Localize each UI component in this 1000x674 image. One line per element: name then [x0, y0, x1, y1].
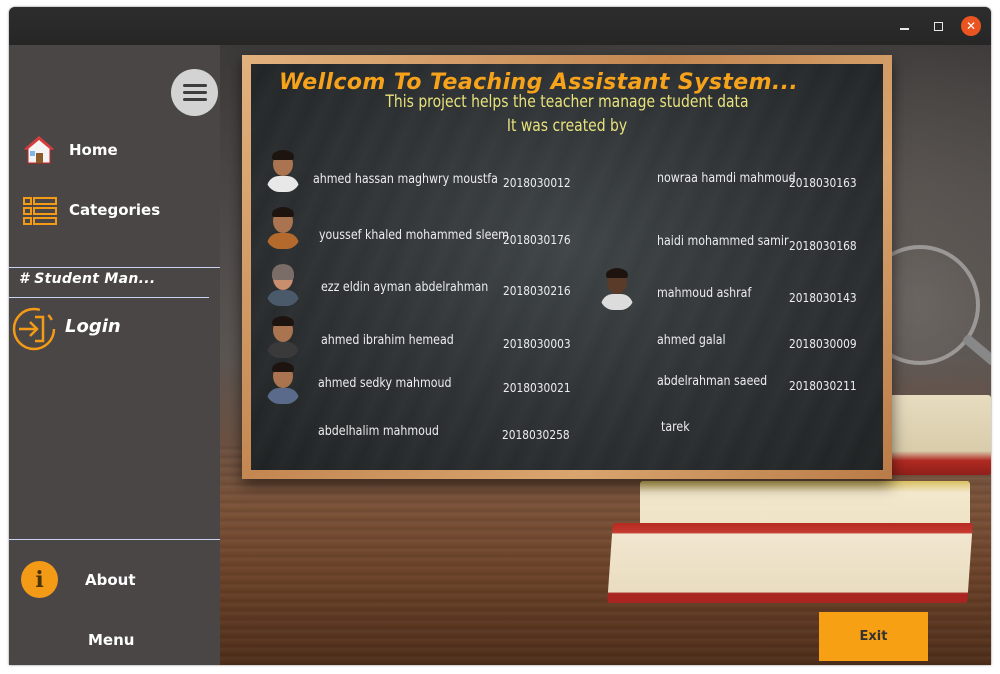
sidebar-item-label: Categories [69, 201, 161, 219]
maximize-icon[interactable] [928, 16, 948, 36]
student-id: 2018030021 [503, 380, 571, 395]
sidebar-item-categories[interactable]: Categories [9, 191, 220, 231]
sidebar-divider [9, 539, 220, 540]
list-icon [23, 197, 57, 225]
student-name: nowraa hamdi mahmoud [657, 171, 796, 186]
student-avatar [599, 268, 635, 310]
about-label: About [85, 571, 136, 589]
student-id: 2018030163 [789, 175, 857, 190]
home-icon [23, 136, 55, 164]
sidebar-divider [9, 297, 209, 298]
info-icon: i [21, 561, 58, 598]
login-icon [12, 307, 56, 351]
close-icon[interactable]: ✕ [961, 16, 981, 36]
student-id: 2018030003 [503, 336, 571, 351]
student-id: 2018030211 [789, 378, 857, 393]
student-id: 2018030168 [789, 238, 857, 253]
student-name: haidi mohammed samir [657, 234, 789, 249]
student-name: tarek [661, 420, 690, 435]
sidebar-item-label: Home [69, 141, 118, 159]
student-id: 2018030009 [789, 336, 857, 351]
student-name: abdelhalim mahmoud [318, 424, 439, 439]
student-name: ahmed hassan maghwry moustfa [313, 172, 498, 187]
book-image [890, 395, 991, 475]
hamburger-icon[interactable] [171, 69, 218, 116]
login-label: Login [65, 316, 121, 337]
minimize-icon[interactable] [894, 16, 914, 36]
student-id: 2018030012 [503, 175, 571, 190]
student-id: 2018030176 [503, 232, 571, 247]
sidebar: Home Categories # Student Man... Login i… [9, 45, 220, 665]
student-avatar [265, 362, 301, 404]
student-name: abdelrahman saeed [657, 374, 768, 389]
exit-button[interactable]: Exit [819, 612, 928, 661]
student-name: ahmed galal [657, 333, 726, 348]
student-id: 2018030216 [503, 283, 571, 298]
sidebar-divider [9, 267, 220, 268]
app-window: ✕ Home Categories # Student Man... Login… [9, 7, 991, 665]
student-name: mahmoud ashraf [657, 286, 752, 301]
student-avatar [265, 207, 301, 249]
chalkboard-frame: Wellcom To Teaching Assistant System... … [242, 55, 892, 479]
main-content: Wellcom To Teaching Assistant System... … [220, 45, 991, 665]
student-id: 2018030143 [789, 290, 857, 305]
section-label: # Student Man... [19, 271, 156, 287]
student-avatar [265, 316, 301, 358]
student-name: ahmed sedky mahmoud [318, 376, 452, 391]
student-id: 2018030258 [502, 427, 570, 442]
student-avatar [265, 150, 301, 192]
book-image [607, 523, 973, 603]
board-subtitle: It was created by [506, 116, 628, 136]
login-button[interactable]: Login [11, 307, 211, 351]
board-subtitle: This project helps the teacher manage st… [385, 92, 749, 112]
student-name: youssef khaled mohammed sleem [319, 228, 509, 243]
menu-label[interactable]: Menu [88, 631, 134, 649]
sidebar-item-home[interactable]: Home [9, 131, 220, 171]
title-bar[interactable]: ✕ [9, 7, 991, 45]
student-name: ezz eldin ayman abdelrahman [321, 280, 489, 295]
about-button[interactable]: i About [9, 557, 220, 603]
chalkboard: Wellcom To Teaching Assistant System... … [251, 64, 883, 470]
student-avatar [265, 264, 301, 306]
student-name: ahmed ibrahim hemead [321, 333, 454, 348]
